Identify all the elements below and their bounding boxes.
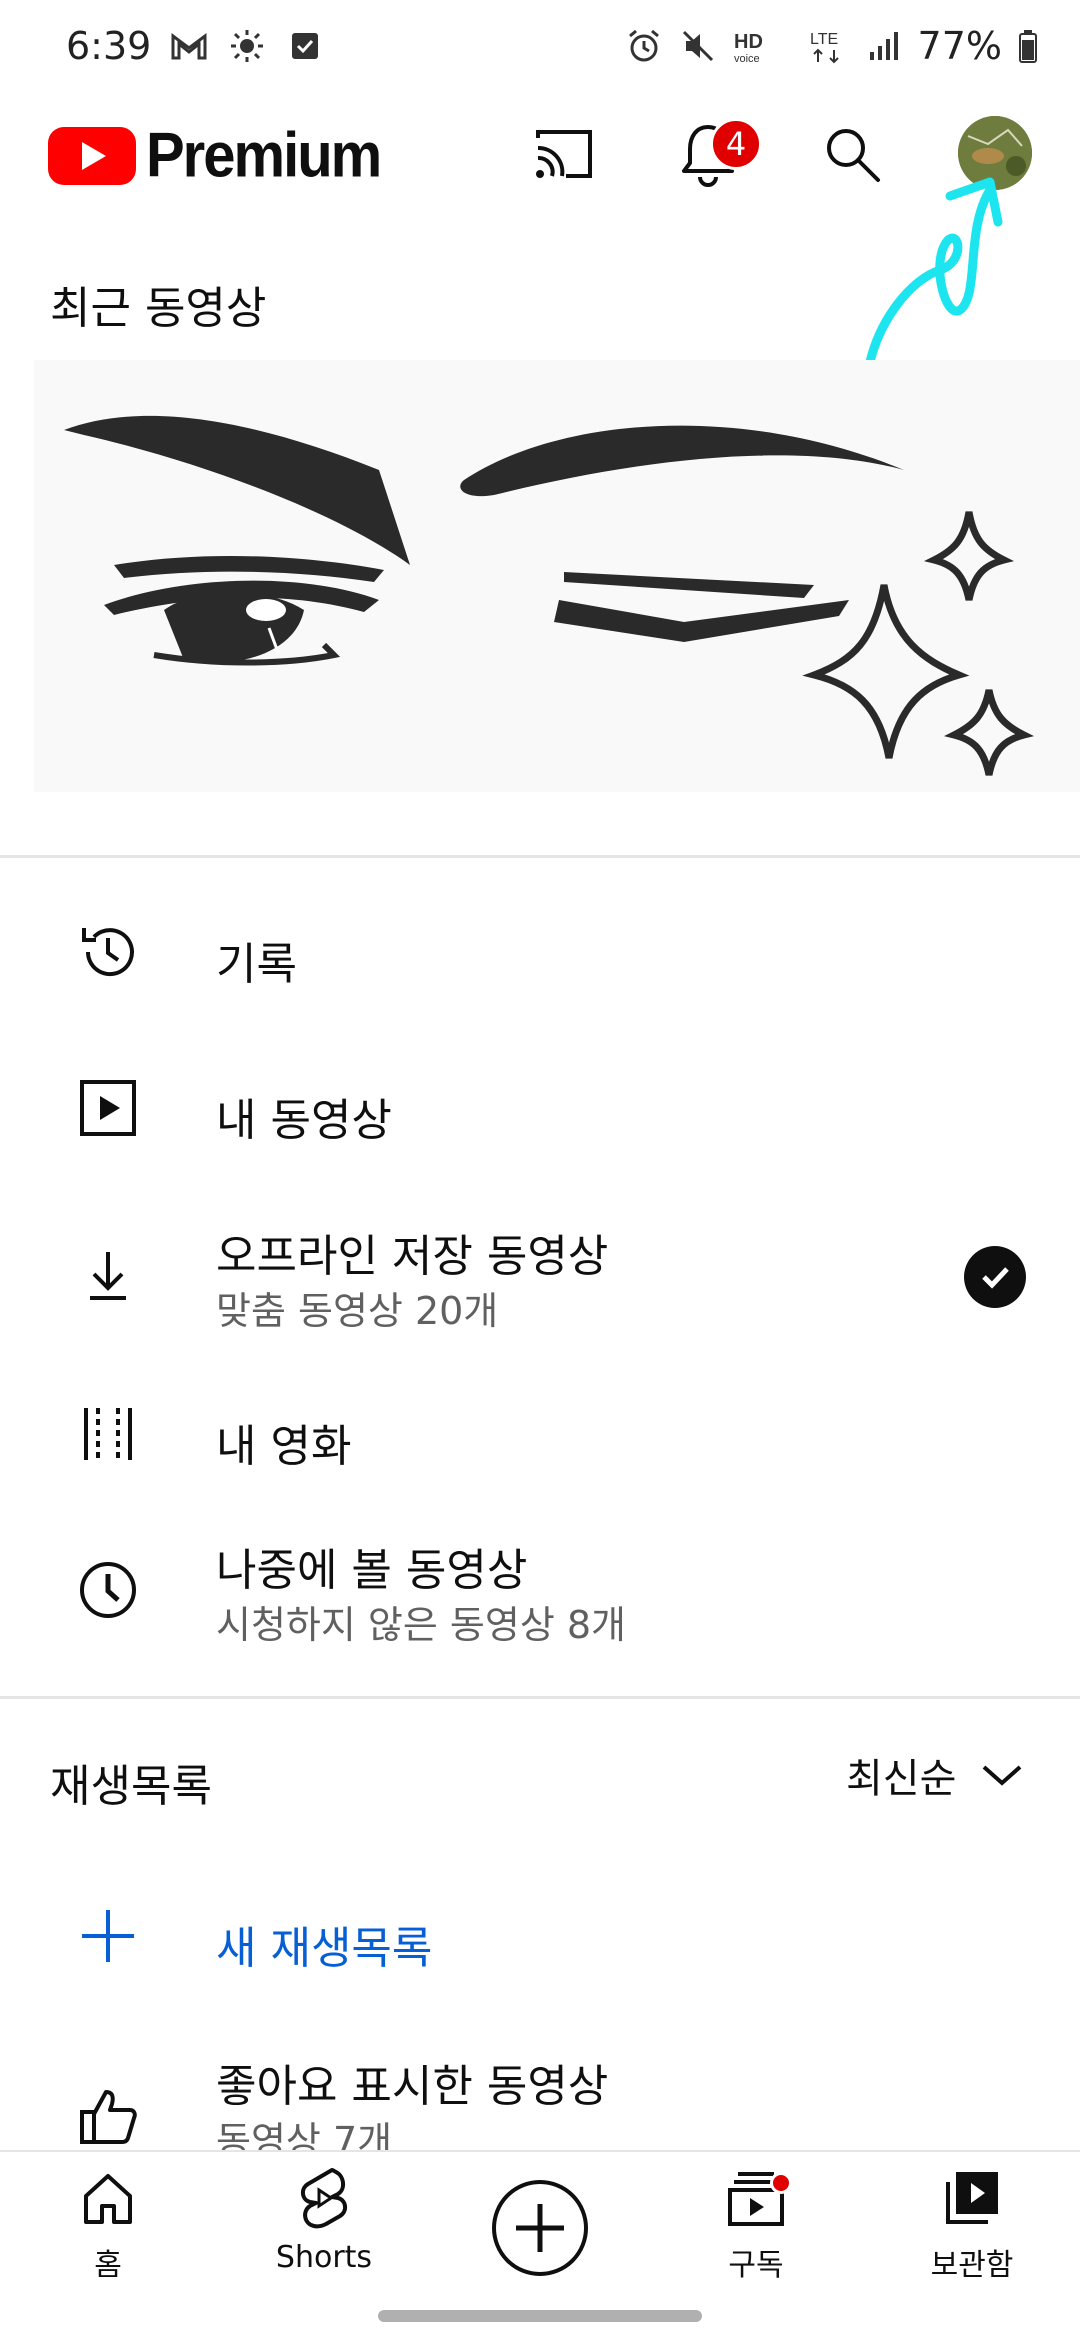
status-time: 6:39 [66, 24, 152, 68]
liked-videos-label: 좋아요 표시한 동영상 [216, 2061, 609, 2112]
notification-count-badge: 4 [710, 118, 762, 170]
clock-icon [68, 1550, 148, 1630]
offline-check-icon [964, 1246, 1026, 1308]
home-indicator[interactable] [378, 2310, 702, 2322]
history-icon [68, 912, 148, 992]
eyes-illustration [34, 360, 1080, 792]
alarm-icon [628, 29, 659, 62]
liked-videos-subtitle: 동영상 7개 [216, 2119, 393, 2150]
nav-subscriptions[interactable]: 구독 [676, 2166, 836, 2306]
library-item-my-movies[interactable]: 내 영화 [0, 1360, 1080, 1510]
play-box-icon [68, 1068, 148, 1148]
download-icon [68, 1236, 148, 1316]
thumbs-up-icon [68, 2076, 148, 2150]
home-icon [76, 2166, 140, 2230]
my-movies-label: 내 영화 [216, 1421, 352, 1472]
library-item-watch-later[interactable]: 나중에 볼 동영상 시청하지 않은 동영상 8개 [0, 1510, 1080, 1660]
recent-videos-title: 최근 동영상 [50, 283, 267, 334]
new-playlist-label: 새 재생목록 [216, 1923, 433, 1974]
nav-home-label: 홈 [94, 2248, 122, 2283]
offline-subtitle: 맞춤 동영상 20개 [216, 1289, 499, 1333]
history-label: 기록 [216, 939, 297, 990]
library-item-offline[interactable]: 오프라인 저장 동영상 맞춤 동영상 20개 [0, 1200, 1080, 1350]
status-bar: 6:39 HD voice LTE 77% [0, 0, 1080, 100]
signal-icon [869, 32, 898, 60]
brightness-icon [231, 30, 264, 62]
recent-video-thumbnail[interactable] [34, 360, 1080, 792]
svg-text:voice: voice [734, 53, 760, 65]
battery-icon [1019, 30, 1037, 63]
nav-shorts[interactable]: Shorts [244, 2166, 404, 2306]
annotation-arrow-icon [865, 177, 1003, 367]
svg-text:LTE: LTE [810, 31, 838, 48]
section-divider [0, 1696, 1080, 1699]
nav-library-label: 보관함 [930, 2248, 1014, 2283]
watch-later-label: 나중에 볼 동영상 [216, 1545, 528, 1596]
hd-voice-icon: HDvoice [734, 31, 763, 65]
cast-icon [536, 130, 592, 178]
playlists-title: 재생목록 [50, 1761, 212, 1812]
cast-button[interactable] [524, 114, 604, 194]
nav-shorts-label: Shorts [275, 2240, 373, 2275]
offline-label: 오프라인 저장 동영상 [216, 1231, 609, 1282]
library-item-history[interactable]: 기록 [0, 878, 1080, 1028]
lte-icon: LTE [810, 31, 839, 64]
gmail-icon [171, 33, 207, 60]
checkbox-icon [292, 33, 319, 59]
nav-subscriptions-label: 구독 [728, 2248, 784, 2283]
plus-icon [516, 2204, 564, 2252]
new-content-dot [770, 2172, 792, 2194]
shorts-icon [292, 2166, 356, 2230]
sort-dropdown[interactable]: 최신순 [846, 1746, 1024, 1804]
plus-icon [68, 1896, 148, 1976]
chevron-down-icon [983, 1765, 1022, 1786]
mute-icon [682, 30, 713, 62]
youtube-play-logo-icon [48, 126, 136, 185]
nav-home[interactable]: 홈 [28, 2166, 188, 2306]
section-divider [0, 855, 1080, 858]
nav-library[interactable]: 보관함 [892, 2166, 1052, 2306]
logo-text: Premium [146, 120, 382, 191]
my-videos-label: 내 동영상 [216, 1095, 392, 1146]
new-playlist-button[interactable]: 새 재생목록 [0, 1862, 1080, 2012]
library-icon [940, 2166, 1004, 2230]
svg-text:HD: HD [734, 31, 763, 53]
watch-later-subtitle: 시청하지 않은 동영상 8개 [216, 1603, 627, 1647]
film-strip-icon [68, 1394, 148, 1474]
battery-percent: 77% [917, 24, 1002, 68]
create-button[interactable] [492, 2180, 588, 2276]
library-item-my-videos[interactable]: 내 동영상 [0, 1034, 1080, 1184]
youtube-premium-logo[interactable]: Premium [48, 120, 382, 191]
playlist-item-liked[interactable]: 좋아요 표시한 동영상 동영상 7개 [0, 2040, 1080, 2150]
sort-label: 최신순 [846, 1756, 957, 1802]
